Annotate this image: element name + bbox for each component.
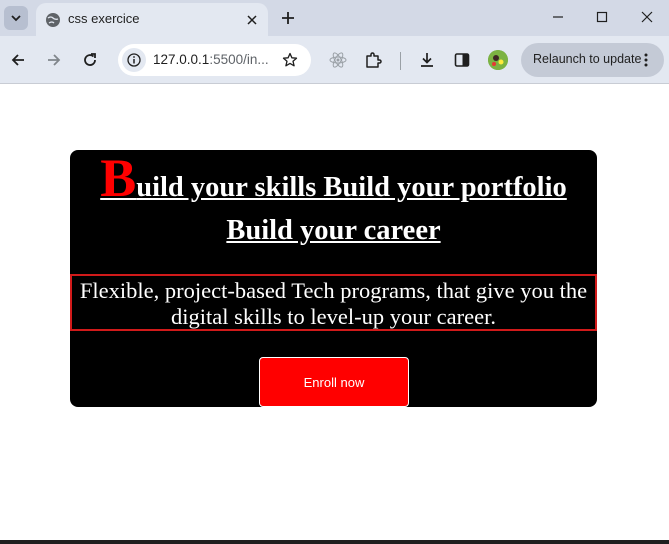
kebab-menu-icon[interactable] — [636, 50, 656, 70]
window-bottom-edge — [0, 540, 669, 544]
reload-icon[interactable] — [78, 48, 102, 72]
download-icon[interactable] — [415, 48, 439, 72]
extensions-puzzle-icon[interactable] — [361, 48, 385, 72]
url-path: :5500/in... — [209, 52, 269, 67]
browser-toolbar: 127.0.0.1:5500/in... Relaunch to update — [0, 36, 669, 84]
tab-title: css exercice — [68, 11, 140, 26]
relaunch-button[interactable]: Relaunch to update — [521, 43, 664, 77]
heading-line-2: Build your career — [226, 215, 441, 246]
globe-icon — [45, 12, 61, 28]
heading-drop-cap: B — [100, 148, 137, 208]
close-icon[interactable] — [242, 10, 262, 30]
close-window-icon[interactable] — [625, 0, 669, 34]
maximize-icon[interactable] — [580, 0, 624, 34]
star-icon[interactable] — [279, 49, 301, 71]
info-icon[interactable] — [122, 48, 146, 72]
heading-line-1: uild your skills Build your portfolio — [136, 172, 567, 203]
browser-tab[interactable]: css exercice — [36, 3, 268, 36]
hero-subtitle: Flexible, project-based Tech programs, t… — [70, 274, 597, 331]
address-bar[interactable]: 127.0.0.1:5500/in... — [118, 44, 311, 76]
toolbar-divider — [400, 52, 401, 70]
relaunch-label: Relaunch to update — [533, 52, 642, 66]
side-panel-icon[interactable] — [450, 48, 474, 72]
plus-icon[interactable] — [277, 7, 299, 29]
forward-arrow-icon[interactable] — [42, 48, 66, 72]
enroll-now-button[interactable]: Enroll now — [259, 357, 409, 407]
react-devtools-icon[interactable] — [326, 48, 350, 72]
tab-search-icon[interactable] — [4, 6, 28, 30]
back-arrow-icon[interactable] — [6, 48, 30, 72]
hero-heading: Build your skills Build your portfolio Bu… — [70, 151, 597, 252]
url-host: 127.0.0.1 — [153, 52, 210, 67]
page-viewport: Build your skills Build your portfolio Bu… — [0, 85, 669, 540]
tab-strip: css exercice — [0, 0, 669, 36]
url-text: 127.0.0.1:5500/in... — [153, 52, 269, 67]
minimize-icon[interactable] — [536, 0, 580, 34]
profile-avatar-icon[interactable] — [488, 50, 508, 70]
hero-section: Build your skills Build your portfolio Bu… — [70, 150, 597, 407]
